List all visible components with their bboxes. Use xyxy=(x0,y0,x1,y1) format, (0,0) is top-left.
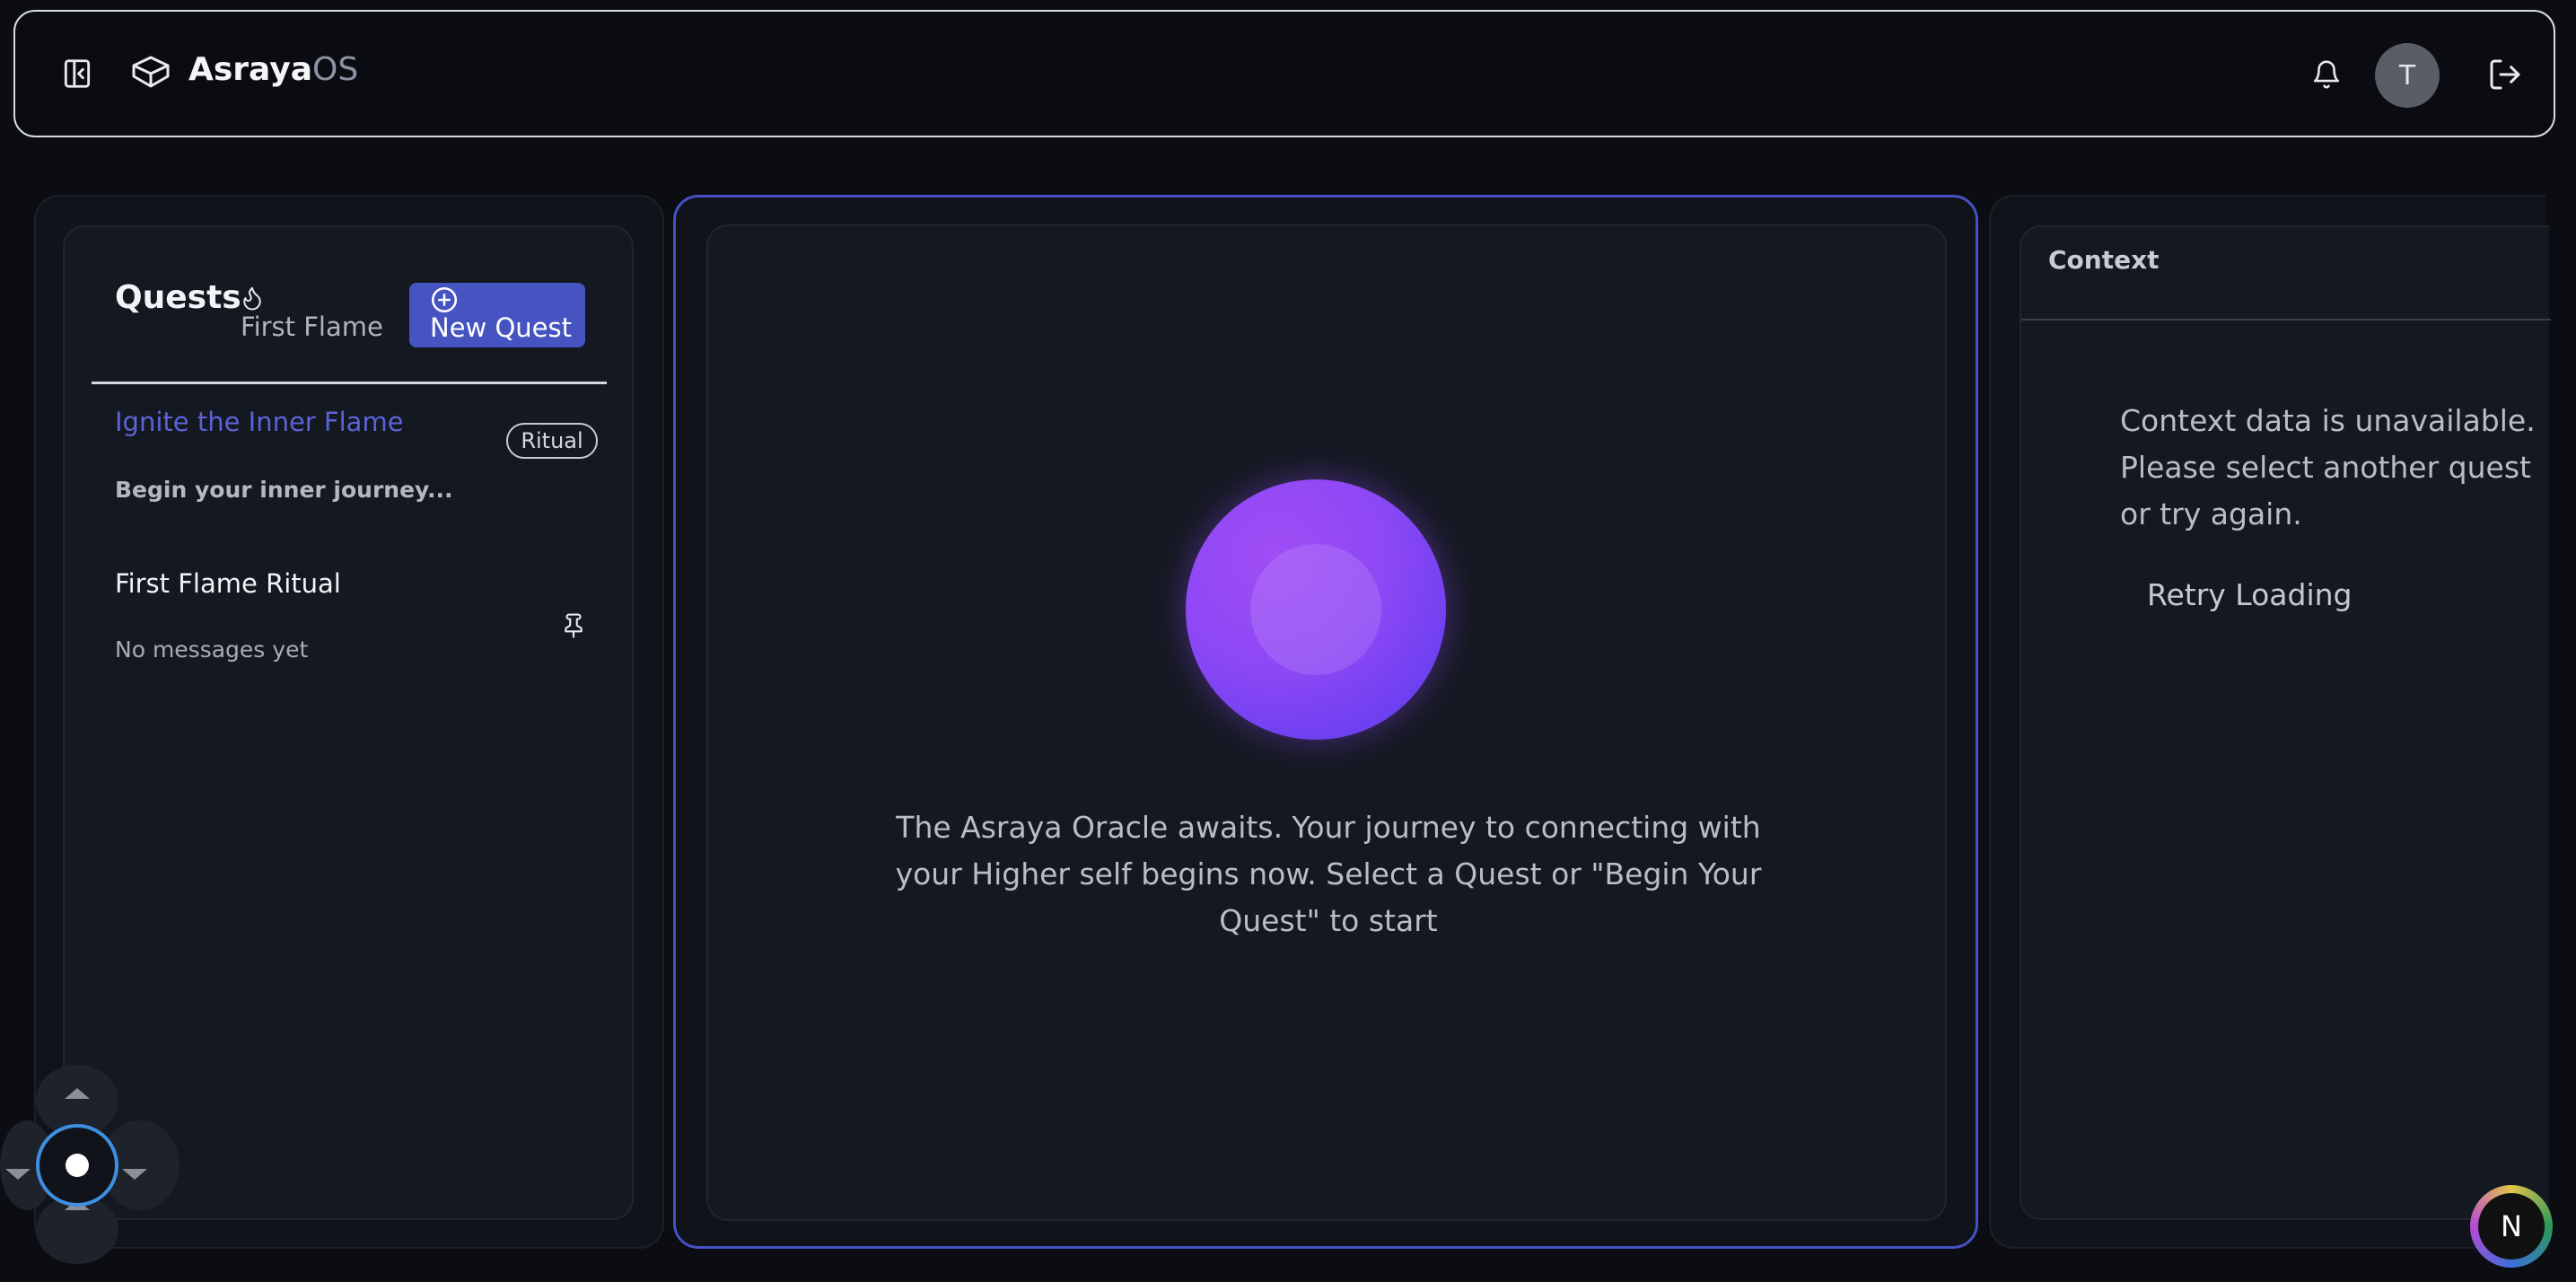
quest-title: Ignite the Inner Flame xyxy=(115,407,404,437)
sidebar-collapse-icon[interactable] xyxy=(58,55,96,92)
oracle-panel: The Asraya Oracle awaits. Your journey t… xyxy=(673,195,1978,1249)
arrow-up-icon xyxy=(65,1088,90,1099)
arrow-right-icon xyxy=(122,1169,147,1180)
quest-type-badge: Ritual xyxy=(506,423,598,459)
context-message: Context data is unavailable. Please sele… xyxy=(2120,403,2536,531)
avatar-initial: T xyxy=(2398,59,2416,92)
context-card: Context Context data is unavailable. Ple… xyxy=(2020,225,2551,1220)
oracle-card: The Asraya Oracle awaits. Your journey t… xyxy=(706,224,1947,1221)
oracle-orb xyxy=(1186,479,1446,740)
context-divider xyxy=(2021,319,2551,320)
logo-icon xyxy=(128,53,173,91)
arrow-left-icon xyxy=(5,1169,31,1180)
top-navbar: AsrayaOS T xyxy=(13,10,2555,137)
new-quest-label: New Quest xyxy=(430,312,572,343)
quests-divider xyxy=(92,382,607,384)
brand-name[interactable]: AsrayaOS xyxy=(188,48,358,92)
quest-description: Begin your inner journey... xyxy=(115,477,453,503)
quest-item[interactable]: First Flame Ritual No messages yet xyxy=(92,559,607,694)
quests-title: Quests xyxy=(115,279,241,316)
dev-tools-badge[interactable]: N xyxy=(2470,1185,2553,1268)
logout-icon[interactable] xyxy=(2485,55,2525,94)
new-quest-button[interactable]: New Quest xyxy=(409,283,585,347)
dpad-center-dot xyxy=(66,1154,89,1177)
n-logo-icon: N xyxy=(2478,1193,2545,1260)
retry-loading-button[interactable]: Retry Loading xyxy=(2147,577,2352,612)
dpad-control xyxy=(0,1065,180,1264)
context-title: Context xyxy=(2048,245,2160,275)
quest-item[interactable]: Ignite the Inner Flame Ritual Begin your… xyxy=(92,394,607,529)
dpad-center-button[interactable] xyxy=(36,1124,118,1207)
quest-subtitle: No messages yet xyxy=(115,637,309,663)
flame-icon xyxy=(239,283,266,313)
avatar[interactable]: T xyxy=(2375,43,2440,108)
bell-icon[interactable] xyxy=(2309,57,2344,92)
oracle-orb-core xyxy=(1250,544,1381,675)
context-panel: Context Context data is unavailable. Ple… xyxy=(1989,195,2551,1249)
brand-primary: Asraya xyxy=(188,51,312,88)
brand-secondary: OS xyxy=(312,51,359,88)
streak-label: First Flame xyxy=(241,312,383,342)
oracle-message: The Asraya Oracle awaits. Your journey t… xyxy=(895,810,1762,938)
plus-circle-icon xyxy=(429,285,460,315)
pin-icon[interactable] xyxy=(560,610,587,642)
quest-title: First Flame Ritual xyxy=(115,568,341,599)
